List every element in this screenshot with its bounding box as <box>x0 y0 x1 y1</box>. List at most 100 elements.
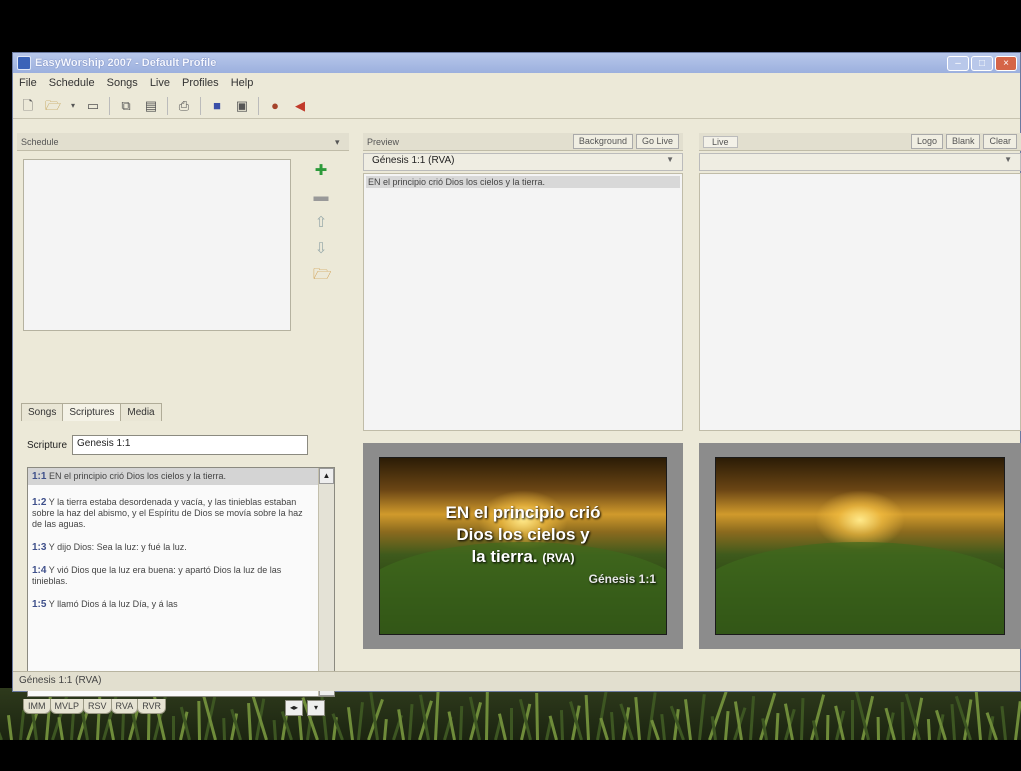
slide-text: EN el principio crió Dios los cielos y l… <box>380 502 666 569</box>
grass-blade <box>900 701 905 740</box>
preview-slide-frame: EN el principio crió Dios los cielos y l… <box>363 443 683 649</box>
grass-blade <box>774 712 779 740</box>
grass-blade <box>459 705 464 740</box>
blank-button[interactable]: Blank <box>945 134 981 149</box>
preview-text-line[interactable]: EN el principio crió Dios los cielos y l… <box>366 176 680 188</box>
preview-header: Preview Background Go Live <box>363 133 683 151</box>
live-slide-frame <box>699 443 1021 649</box>
tab-media[interactable]: Media <box>120 403 162 421</box>
version-dropdown-icon[interactable]: ▾ <box>307 700 325 716</box>
menu-live[interactable]: Live <box>150 77 170 89</box>
verse-scrollbar[interactable]: ▲ ▼ <box>318 468 334 696</box>
preview-item-select[interactable]: Génesis 1:1 (RVA) ▼ <box>363 153 683 171</box>
tab-version-mvlp[interactable]: MVLP <box>49 699 85 714</box>
chevron-down-icon: ▼ <box>666 155 674 164</box>
grass-blade <box>382 718 388 740</box>
slide-line: EN el principio crió <box>445 503 601 522</box>
verse-ref: 1:2 <box>32 497 47 508</box>
open-icon[interactable]: 🗁 <box>44 97 62 115</box>
schedule-header: Schedule <box>17 133 349 151</box>
hill-graphic <box>716 542 1004 634</box>
list-item[interactable]: 1:5 Y llamó Dios á la luz Día, y á las <box>32 599 314 610</box>
go-live-button[interactable]: Go Live <box>635 134 679 149</box>
live-header: Live Logo Blank Clear <box>699 133 1021 151</box>
list-item[interactable]: 1:1 EN el principio crió Dios los cielos… <box>28 468 334 485</box>
grass-blade <box>433 688 440 740</box>
live-pane: Live Logo Blank Clear ▼ <box>699 133 1021 673</box>
menu-help[interactable]: Help <box>231 77 254 89</box>
move-up-icon[interactable]: ⇧ <box>313 215 329 231</box>
grass-blade <box>749 696 756 740</box>
menu-schedule[interactable]: Schedule <box>49 77 95 89</box>
grass-blade <box>121 713 125 740</box>
menu-songs[interactable]: Songs <box>107 77 138 89</box>
grass-blade <box>660 713 666 740</box>
schedule-list[interactable] <box>23 159 291 331</box>
live-item-select[interactable]: ▼ <box>699 153 1021 171</box>
menu-file[interactable]: File <box>19 77 37 89</box>
toolbar: 🗋 🗁 ▾ ▭ ⧉ ▤ ⎙ ■ ▣ ● ◀ <box>13 93 1020 119</box>
grass-blade <box>633 697 641 740</box>
grass-blade <box>950 703 956 740</box>
move-down-icon[interactable]: ⇩ <box>313 241 329 257</box>
grass-blade <box>56 717 64 740</box>
add-icon[interactable]: ✚ <box>313 163 329 179</box>
remove-icon[interactable]: ▬ <box>313 189 329 205</box>
person-icon[interactable]: ● <box>266 97 284 115</box>
verse-text: Y vió Dios que la luz era buena: y apart… <box>32 565 282 586</box>
open-schedule-icon[interactable]: 🗁 <box>313 267 332 283</box>
new-icon[interactable]: 🗋 <box>19 97 37 115</box>
speaker-icon[interactable]: ◀ <box>291 97 309 115</box>
tab-version-imm[interactable]: IMM <box>23 699 51 714</box>
clear-button[interactable]: Clear <box>983 134 1017 149</box>
tab-scriptures[interactable]: Scriptures <box>62 403 122 421</box>
tab-version-rvr[interactable]: RVR <box>137 699 167 714</box>
grass-blade <box>876 716 880 740</box>
slide-reference: Génesis 1:1 <box>588 572 656 586</box>
copy-icon[interactable]: ⧉ <box>117 97 135 115</box>
app-window: EasyWorship 2007 - Default Profile – □ ×… <box>12 52 1021 716</box>
menu-profiles[interactable]: Profiles <box>182 77 219 89</box>
live-text-list[interactable] <box>699 173 1021 431</box>
schedule-collapse-icon[interactable]: ▾ <box>335 137 340 148</box>
version-nav-icon[interactable]: ◂▸ <box>285 700 303 716</box>
list-item[interactable]: 1:3 Y dijo Dios: Sea la luz: y fué la lu… <box>32 542 314 553</box>
grass-blade <box>246 702 252 740</box>
scroll-up-icon[interactable]: ▲ <box>319 468 334 484</box>
background-button[interactable]: Background <box>572 134 633 149</box>
grass-blade <box>851 700 854 740</box>
tab-version-rsv[interactable]: RSV <box>83 699 112 714</box>
toolbar-separator <box>109 96 110 115</box>
maximize-button[interactable]: □ <box>971 55 993 71</box>
theme-icon[interactable]: ■ <box>208 97 226 115</box>
tab-version-rva[interactable]: RVA <box>110 699 139 714</box>
paste-icon[interactable]: ▤ <box>142 97 160 115</box>
list-item[interactable]: 1:4 Y vió Dios que la luz era buena: y a… <box>32 565 314 587</box>
verse-list[interactable]: 1:1 EN el principio crió Dios los cielos… <box>27 467 335 697</box>
tab-songs[interactable]: Songs <box>21 403 64 421</box>
scripture-search: Scripture Genesis 1:1 <box>27 435 309 455</box>
preview-pane: Preview Background Go Live Génesis 1:1 (… <box>363 133 683 673</box>
display-icon[interactable]: ▣ <box>233 97 251 115</box>
chevron-down-icon: ▼ <box>1004 155 1012 164</box>
window-title: EasyWorship 2007 - Default Profile <box>35 57 217 69</box>
version-controls: ◂▸ ▾ <box>285 700 325 716</box>
list-item[interactable]: 1:2 Y la tierra estaba desordenada y vac… <box>32 497 314 530</box>
grass-blade <box>534 692 539 740</box>
live-slide <box>715 457 1005 635</box>
logo-button[interactable]: Logo <box>910 134 943 149</box>
grass-blade <box>70 711 75 740</box>
preview-text-list[interactable]: EN el principio crió Dios los cielos y l… <box>363 173 683 431</box>
close-button[interactable]: × <box>995 55 1017 71</box>
toolbar-separator <box>200 96 201 115</box>
scripture-input[interactable]: Genesis 1:1 <box>72 435 309 455</box>
library-tabs: Songs Scriptures Media <box>21 403 162 421</box>
print-icon[interactable]: ⎙ <box>175 97 193 115</box>
minimize-button[interactable]: – <box>947 55 969 71</box>
grass-blade <box>1000 706 1007 740</box>
preview-title: Preview <box>367 136 400 147</box>
grass-blade <box>6 715 13 740</box>
toolbar-separator <box>167 96 168 115</box>
save-icon[interactable]: ▭ <box>84 97 102 115</box>
dropdown-icon[interactable]: ▾ <box>69 97 77 115</box>
